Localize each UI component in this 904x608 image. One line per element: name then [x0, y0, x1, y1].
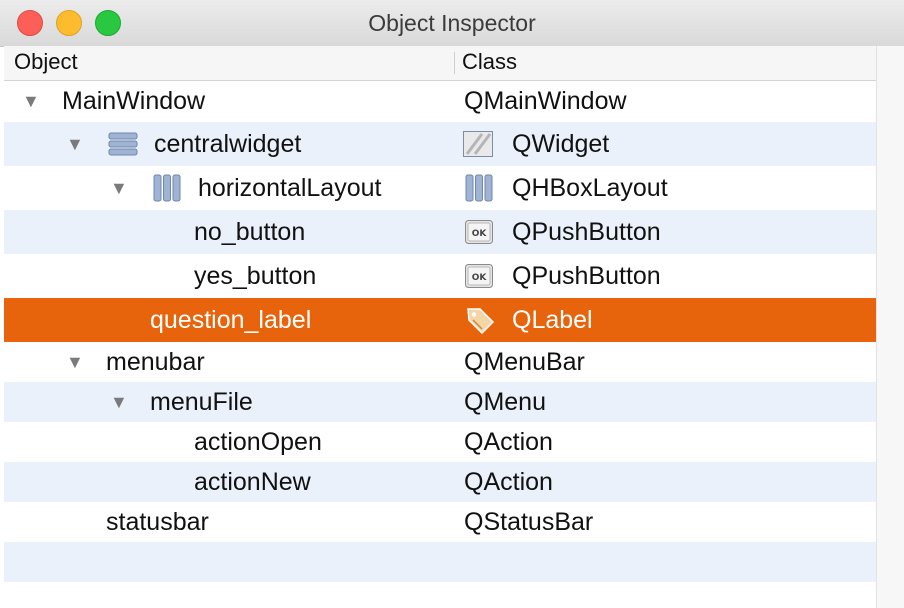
object-column-header[interactable]: Object: [14, 46, 450, 80]
class-name: QHBoxLayout: [512, 174, 668, 202]
expanded-arrow-icon[interactable]: ▼: [110, 166, 128, 210]
class-name: QMainWindow: [464, 87, 627, 115]
tree-row-menubar[interactable]: ▼ menubar QMenuBar: [4, 342, 876, 382]
class-name: QMenu: [464, 388, 546, 416]
class-name: QStatusBar: [464, 508, 594, 536]
layout-vertical-icon: [108, 130, 138, 158]
object-name: question_label: [150, 306, 312, 334]
tree-row-question-label[interactable]: question_label QLabel: [4, 298, 876, 342]
expanded-arrow-icon[interactable]: ▼: [66, 342, 84, 382]
object-name: statusbar: [106, 508, 209, 536]
class-name: QMenuBar: [464, 348, 585, 376]
expanded-arrow-icon[interactable]: ▼: [66, 122, 84, 166]
layout-horizontal-icon: [152, 174, 181, 202]
object-name: horizontalLayout: [198, 174, 382, 202]
expanded-arrow-icon[interactable]: ▼: [22, 80, 40, 124]
object-name: no_button: [194, 218, 306, 246]
tree-row-no-button[interactable]: no_button OK QPushButton: [4, 210, 876, 254]
tree-row-actionopen[interactable]: actionOpen QAction: [4, 422, 876, 462]
object-name: actionOpen: [194, 428, 322, 456]
empty-row: [4, 542, 876, 582]
object-name: actionNew: [194, 468, 311, 496]
expanded-arrow-icon[interactable]: ▼: [110, 382, 128, 422]
push-button-icon: OK: [464, 218, 494, 246]
widget-icon: [462, 130, 493, 158]
class-name: QLabel: [512, 306, 593, 334]
object-inspector-window: Object Inspector Object Class ▼ MainWind…: [0, 0, 904, 608]
tree-row-mainwindow[interactable]: ▼ MainWindow QMainWindow: [4, 80, 876, 122]
tree-row-statusbar[interactable]: statusbar QStatusBar: [4, 502, 876, 542]
title-bar: Object Inspector: [0, 0, 904, 47]
push-button-icon: OK: [464, 262, 494, 290]
class-name: QAction: [464, 428, 553, 456]
tree-row-actionnew[interactable]: actionNew QAction: [4, 462, 876, 502]
svg-text:OK: OK: [472, 273, 488, 283]
object-name: MainWindow: [62, 87, 206, 115]
tree-row-yes-button[interactable]: yes_button OK QPushButton: [4, 254, 876, 298]
class-name: QPushButton: [512, 218, 661, 246]
class-name: QAction: [464, 468, 553, 496]
empty-row: [4, 582, 876, 608]
class-column-header[interactable]: Class: [462, 46, 517, 80]
vertical-scrollbar[interactable]: [876, 46, 904, 608]
svg-text:OK: OK: [472, 229, 488, 239]
object-name: yes_button: [194, 262, 317, 290]
window-title: Object Inspector: [368, 10, 536, 36]
object-tree[interactable]: ▼ MainWindow QMainWindow ▼ centralwidget: [4, 80, 876, 608]
class-name: QWidget: [512, 130, 610, 158]
tree-row-horizontallayout[interactable]: ▼ horizontalLayout QHBoxLayout: [4, 166, 876, 210]
tree-row-menufile[interactable]: ▼ menuFile QMenu: [4, 382, 876, 422]
label-tag-icon: [464, 306, 495, 335]
column-header: Object Class: [4, 46, 876, 81]
column-divider[interactable]: [454, 52, 455, 74]
object-name: menuFile: [150, 388, 253, 416]
object-name: centralwidget: [154, 130, 302, 158]
class-name: QPushButton: [512, 262, 661, 290]
object-name: menubar: [106, 348, 205, 376]
tree-row-centralwidget[interactable]: ▼ centralwidget QWidget: [4, 122, 876, 166]
hbox-layout-icon: [464, 174, 494, 202]
